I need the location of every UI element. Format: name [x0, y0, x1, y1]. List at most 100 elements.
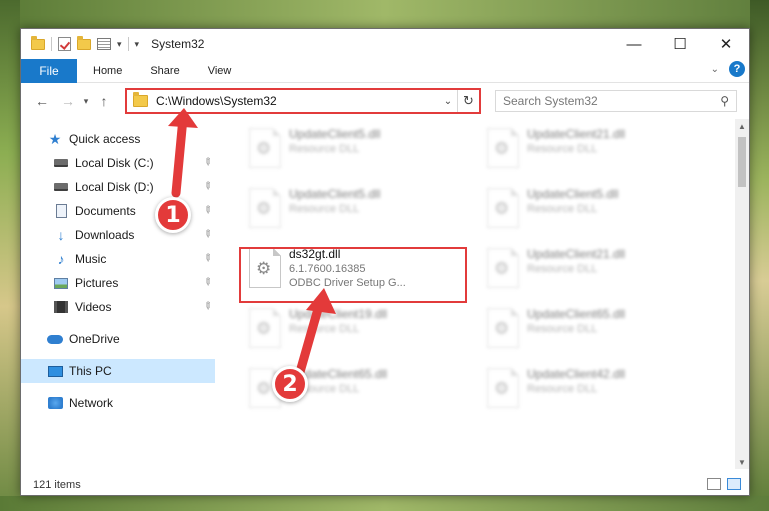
pictures-icon: [53, 276, 69, 290]
desktop-background: [0, 0, 769, 28]
title-bar: ▾ ▾ System32 — ☐ ✕: [21, 29, 749, 59]
file-item[interactable]: UpdateClient5.dll Resource DLL: [243, 123, 463, 173]
maximize-button[interactable]: ☐: [657, 29, 703, 59]
file-description: Resource DLL: [527, 143, 598, 155]
scroll-up-icon[interactable]: ▲: [735, 119, 749, 133]
file-item[interactable]: UpdateClient19.dll Resource DLL: [243, 303, 463, 353]
file-name: UpdateClient5.dll: [289, 127, 381, 141]
sidebar-item-videos[interactable]: Videos ✎: [21, 295, 215, 319]
sidebar-item-label: Local Disk (D:): [75, 180, 154, 194]
tab-share[interactable]: Share: [136, 59, 193, 83]
new-folder-icon[interactable]: [77, 35, 91, 50]
drive-icon: [53, 156, 69, 170]
sidebar-item-this-pc[interactable]: This PC: [21, 359, 215, 383]
dll-file-icon: [487, 188, 519, 228]
sidebar-item-label: Pictures: [75, 276, 119, 290]
file-item[interactable]: UpdateClient65.dll Resource DLL: [481, 303, 701, 353]
music-icon: ♪: [57, 251, 65, 267]
videos-icon: [53, 300, 69, 314]
properties-check-icon[interactable]: [58, 37, 71, 51]
navigation-pane: ★ Quick access Local Disk (C:) ✎ Local D…: [21, 119, 215, 469]
drive-icon: [53, 180, 69, 194]
dll-file-icon: [249, 128, 281, 168]
ribbon-tabs: File Home Share View ⌄ ?: [21, 58, 749, 83]
onedrive-icon: [47, 332, 63, 346]
dll-file-icon: [487, 308, 519, 348]
file-description: Resource DLL: [289, 143, 360, 155]
pin-icon[interactable]: ✎: [200, 156, 214, 170]
file-item[interactable]: UpdateClient5.dll Resource DLL: [243, 183, 463, 233]
tab-view[interactable]: View: [194, 59, 246, 83]
tiles-view-icon[interactable]: [727, 478, 741, 490]
dll-file-icon: [487, 248, 519, 288]
ribbon-right: ⌄ ?: [711, 61, 745, 77]
recent-locations-icon[interactable]: ▾: [79, 96, 93, 107]
dll-file-icon: [487, 368, 519, 408]
address-row: ← → ▾ ↑ C:\Windows\System32 ⌄ ↻ Search S…: [21, 85, 749, 117]
minimize-button[interactable]: —: [611, 29, 657, 59]
back-arrow-icon[interactable]: ←: [31, 93, 53, 109]
step-badge-2: 2: [272, 366, 308, 402]
file-item[interactable]: UpdateClient21.dll Resource DLL: [481, 243, 701, 293]
sidebar-item-network[interactable]: Network: [21, 391, 215, 415]
pin-icon[interactable]: ✎: [200, 252, 214, 266]
sidebar-item-onedrive[interactable]: OneDrive: [21, 327, 215, 351]
downloads-icon: ↓: [57, 227, 65, 243]
sidebar-item-label: This PC: [69, 364, 112, 378]
search-placeholder: Search System32: [503, 94, 598, 108]
pin-icon[interactable]: ✎: [200, 204, 214, 218]
file-item[interactable]: UpdateClient21.dll Resource DLL: [481, 123, 701, 173]
sidebar-item-label: Music: [75, 252, 107, 266]
sidebar-item-label: Local Disk (C:): [75, 156, 154, 170]
file-description: Resource DLL: [289, 323, 360, 335]
pin-icon[interactable]: ✎: [200, 300, 214, 314]
vertical-scrollbar[interactable]: ▲ ▼: [735, 119, 749, 469]
sidebar-item-music[interactable]: ♪ Music ✎: [21, 247, 215, 271]
highlight-box: [239, 247, 467, 303]
search-input[interactable]: Search System32 ⚲: [495, 90, 737, 112]
sidebar-item-local-disk-d[interactable]: Local Disk (D:) ✎: [21, 175, 215, 199]
dll-file-icon: [249, 308, 281, 348]
dll-file-icon: [249, 188, 281, 228]
status-bar: 121 items: [21, 475, 749, 495]
sidebar-item-label: Network: [69, 396, 114, 410]
folder-icon: [133, 92, 148, 107]
file-name: UpdateClient21.dll: [527, 127, 626, 141]
expand-ribbon-icon[interactable]: ⌄: [711, 64, 719, 75]
properties-icon[interactable]: [97, 38, 111, 50]
sidebar-item-quick-access[interactable]: ★ Quick access: [21, 127, 215, 151]
window-controls: — ☐ ✕: [611, 29, 749, 59]
file-name: UpdateClient5.dll: [289, 187, 381, 201]
sidebar-item-local-disk-c[interactable]: Local Disk (C:) ✎: [21, 151, 215, 175]
up-arrow-icon[interactable]: ↑: [93, 93, 115, 109]
item-count: 121 items: [33, 479, 81, 491]
file-name: UpdateClient5.dll: [527, 187, 619, 201]
forward-arrow-icon[interactable]: →: [57, 93, 79, 109]
search-icon[interactable]: ⚲: [720, 94, 729, 108]
scroll-down-icon[interactable]: ▼: [735, 455, 749, 469]
refresh-icon[interactable]: ↻: [457, 90, 479, 112]
tab-file[interactable]: File: [21, 58, 77, 83]
star-icon: ★: [48, 130, 62, 147]
close-button[interactable]: ✕: [703, 29, 749, 59]
details-view-icon[interactable]: [707, 478, 721, 490]
customize-toolbar-icon[interactable]: ▾: [135, 39, 140, 50]
chevron-down-icon[interactable]: ▾: [117, 39, 122, 50]
sidebar-item-label: Downloads: [75, 228, 135, 242]
file-description: Resource DLL: [527, 203, 598, 215]
file-item[interactable]: UpdateClient42.dll Resource DLL: [481, 363, 701, 413]
help-icon[interactable]: ?: [729, 61, 745, 77]
address-path[interactable]: C:\Windows\System32: [156, 94, 439, 108]
scroll-thumb[interactable]: [738, 137, 746, 187]
tab-home[interactable]: Home: [77, 59, 136, 83]
chevron-down-icon[interactable]: ⌄: [439, 96, 457, 107]
file-explorer-window: ▾ ▾ System32 — ☐ ✕ File Home Share View …: [20, 28, 750, 496]
pin-icon[interactable]: ✎: [200, 228, 214, 242]
pin-icon[interactable]: ✎: [200, 276, 214, 290]
file-item[interactable]: UpdateClient5.dll Resource DLL: [481, 183, 701, 233]
sidebar-item-pictures[interactable]: Pictures ✎: [21, 271, 215, 295]
divider: [51, 37, 52, 51]
pin-icon[interactable]: ✎: [200, 180, 214, 194]
address-bar[interactable]: C:\Windows\System32 ⌄ ↻: [125, 88, 481, 114]
sidebar-item-label: OneDrive: [69, 332, 120, 346]
